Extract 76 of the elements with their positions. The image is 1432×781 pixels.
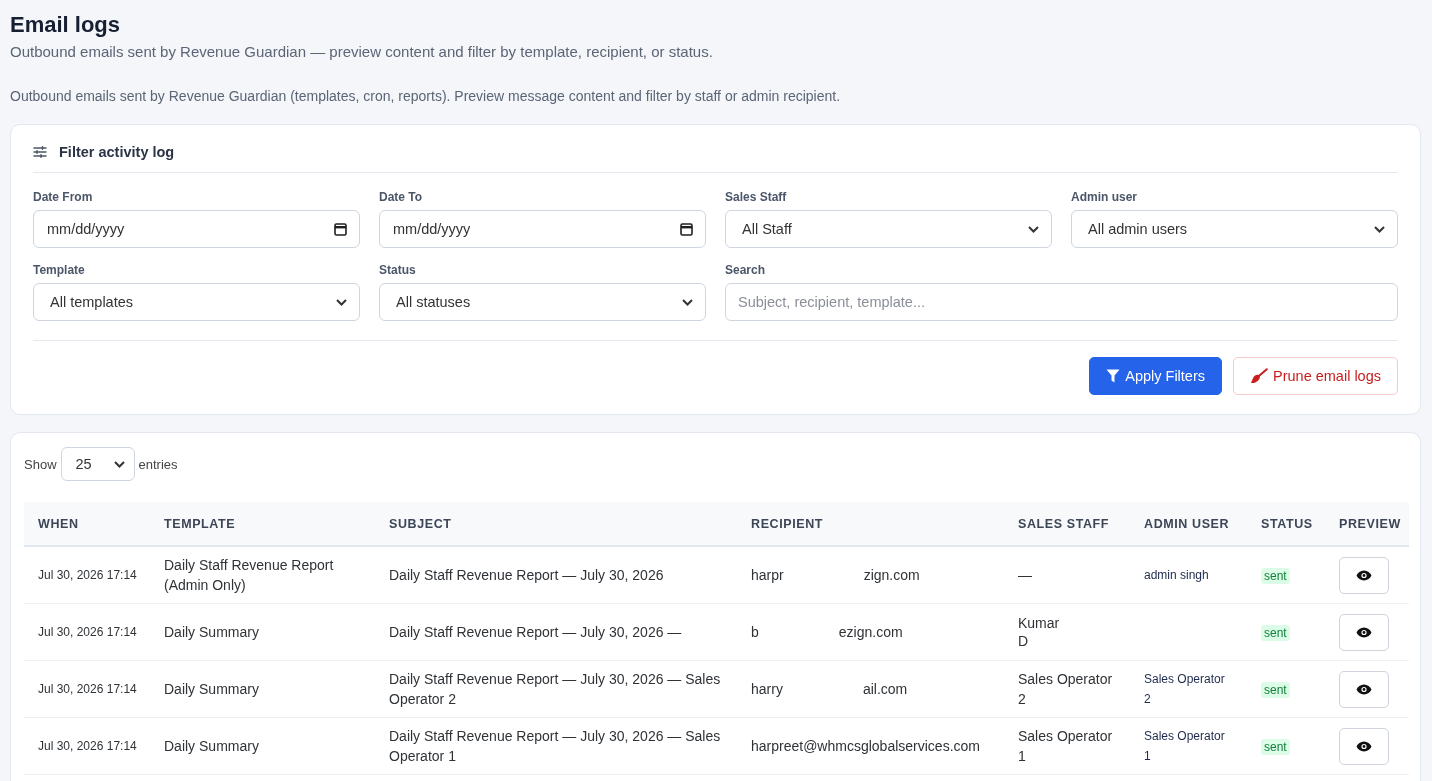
funnel-icon bbox=[1106, 369, 1121, 383]
column-header: RECIPIENT bbox=[737, 502, 1004, 546]
page-size-dropdown[interactable]: 25 bbox=[60, 447, 135, 481]
field-label: Date To bbox=[379, 189, 423, 205]
table-cell: admin singh bbox=[1130, 546, 1247, 604]
column-header: TEMPLATE bbox=[150, 502, 375, 546]
dropdown[interactable]: All admin users bbox=[1071, 210, 1398, 248]
table-cell: b ezign.com bbox=[737, 603, 1004, 661]
field-label: Template bbox=[33, 262, 85, 278]
status-badge: sent bbox=[1261, 682, 1290, 698]
page-subtitle: Outbound emails sent by Revenue Guardian — preview content and filter by template, recipient, or status. bbox=[10, 42, 713, 62]
page-title: Email logs bbox=[10, 11, 121, 39]
table-cell: Sales Operator 1 bbox=[1004, 717, 1130, 775]
table-cell: harpreet@whmcsglobalservices.com bbox=[737, 717, 1004, 775]
table-cell: Sales Operator 2 bbox=[1004, 660, 1130, 718]
prune-logs-button[interactable]: Prune email logs bbox=[1233, 357, 1398, 395]
card-title: Filter activity log bbox=[59, 144, 175, 160]
length-label: entries bbox=[138, 456, 178, 472]
eye-icon bbox=[1356, 683, 1372, 695]
chevron-down-icon bbox=[1374, 225, 1385, 233]
dropdown[interactable]: All Staff bbox=[725, 210, 1052, 248]
table-cell: Daily Staff Revenue Report — July 30, 2026 — Sales Operator 1 bbox=[375, 717, 737, 775]
table-cell: Daily Staff Revenue Report — July 30, 2026 — bbox=[375, 603, 737, 661]
apply-filters-button[interactable]: Apply Filters bbox=[1089, 357, 1222, 395]
table-cell: Jul 30, 2026 17:14 bbox=[24, 717, 150, 775]
column-header: SUBJECT bbox=[375, 502, 737, 546]
table-cell: Daily Staff Revenue Report (Admin Only) bbox=[150, 546, 375, 604]
eye-icon bbox=[1356, 569, 1372, 581]
chevron-down-icon bbox=[336, 298, 347, 306]
field-label: Status bbox=[379, 262, 416, 278]
length-label: Show bbox=[24, 456, 57, 472]
table-cell: Sales Operator 1 bbox=[1130, 717, 1247, 775]
broom-icon bbox=[1250, 368, 1268, 384]
status-badge: sent bbox=[1261, 739, 1290, 755]
search-field[interactable]: Subject, recipient, template... bbox=[725, 283, 1398, 321]
status-badge: sent bbox=[1261, 625, 1290, 641]
dropdown[interactable]: All statuses bbox=[379, 283, 706, 321]
table-cell: Kumar D bbox=[1004, 603, 1130, 661]
calendar-icon[interactable] bbox=[334, 222, 347, 236]
table-cell: Sales Operator 2 bbox=[1130, 660, 1247, 718]
sliders-icon bbox=[33, 146, 47, 158]
calendar-icon[interactable] bbox=[680, 222, 693, 236]
status-badge: sent bbox=[1261, 568, 1290, 584]
table-cell: Daily Staff Revenue Report — July 30, 2026 bbox=[375, 546, 737, 604]
page-description: Outbound emails sent by Revenue Guardian (templates, cron, reports). Preview message content and filter by staff or admin recipient. bbox=[10, 87, 841, 106]
field-label: Sales Staff bbox=[725, 189, 787, 205]
chevron-down-icon bbox=[1028, 225, 1039, 233]
column-header: WHEN bbox=[24, 502, 150, 546]
table-cell: Daily Summary bbox=[150, 660, 375, 718]
column-header: STATUS bbox=[1247, 502, 1325, 546]
table-cell: Jul 30, 2026 17:14 bbox=[24, 603, 150, 661]
date-field[interactable]: mm/dd/yyyy bbox=[379, 210, 706, 248]
table-cell: Daily Summary bbox=[150, 603, 375, 661]
field-label: Admin user bbox=[1071, 189, 1137, 205]
preview-button[interactable] bbox=[1339, 613, 1389, 651]
table-cell: Jul 30, 2026 17:14 bbox=[24, 546, 150, 604]
field-label: Search bbox=[725, 262, 766, 278]
chevron-down-icon bbox=[682, 298, 693, 306]
field-label: Date From bbox=[33, 189, 93, 205]
date-field[interactable]: mm/dd/yyyy bbox=[33, 210, 360, 248]
column-header: ADMIN USER bbox=[1130, 502, 1247, 546]
preview-button[interactable] bbox=[1339, 556, 1389, 594]
chevron-down-icon bbox=[113, 460, 125, 468]
table-cell: — bbox=[1004, 546, 1130, 604]
column-header: SALES STAFF bbox=[1004, 502, 1130, 546]
table-cell: Daily Summary bbox=[150, 717, 375, 775]
preview-button[interactable] bbox=[1339, 670, 1389, 708]
eye-icon bbox=[1356, 626, 1372, 638]
eye-icon bbox=[1356, 740, 1372, 752]
table-cell: Daily Staff Revenue Report — July 30, 2026 — Sales Operator 2 bbox=[375, 660, 737, 718]
table-cell: Jul 30, 2026 17:14 bbox=[24, 660, 150, 718]
column-header: PREVIEW bbox=[1325, 502, 1409, 546]
preview-button[interactable] bbox=[1339, 727, 1389, 765]
dropdown[interactable]: All templates bbox=[33, 283, 360, 321]
table-cell: harpr zign.com bbox=[737, 546, 1004, 604]
table-cell: harry ail.com bbox=[737, 660, 1004, 718]
